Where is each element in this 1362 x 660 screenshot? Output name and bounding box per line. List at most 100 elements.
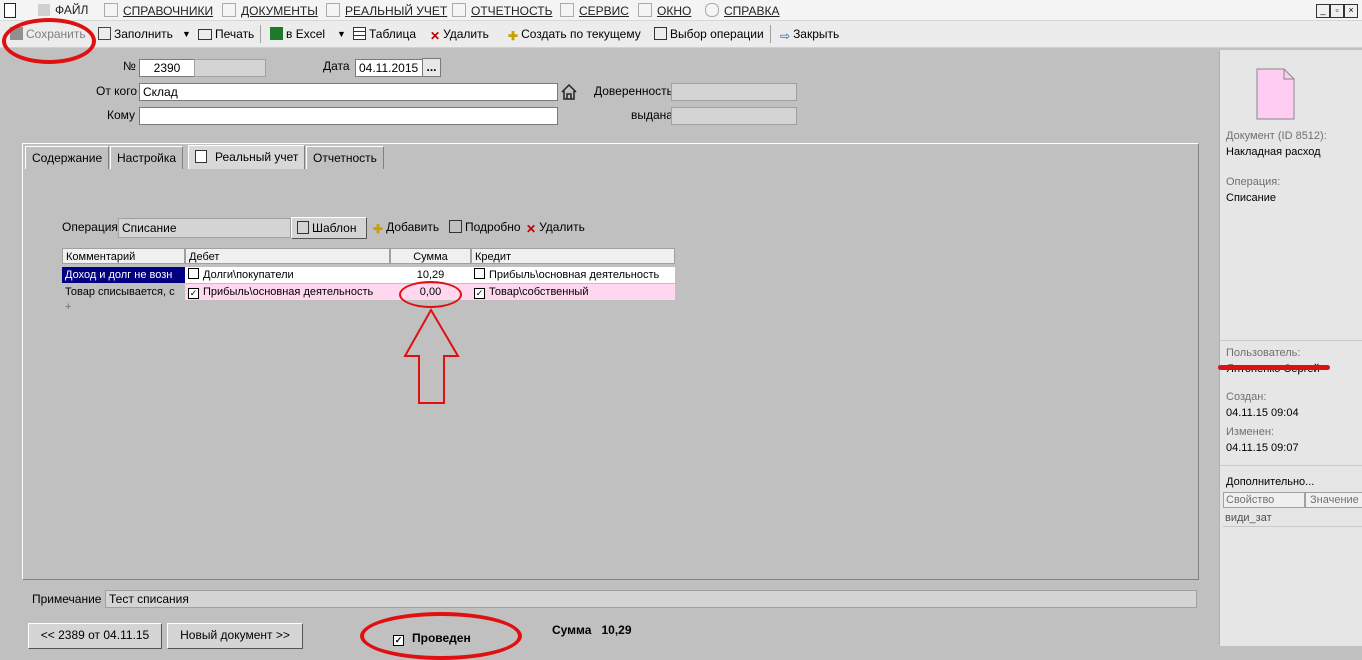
home-icon <box>104 3 118 17</box>
menu-service[interactable]: СЕРВИС <box>560 3 629 18</box>
accounting-icon <box>326 3 340 17</box>
number-extra-field <box>194 59 266 77</box>
plus-icon: ✚ <box>508 29 519 43</box>
tab-content[interactable]: Содержание <box>25 146 110 169</box>
details-button[interactable]: Подробно <box>449 220 521 234</box>
value-column-header[interactable]: Значение <box>1305 492 1362 508</box>
excel-dropdown-arrow-icon[interactable]: ▼ <box>337 29 346 39</box>
choose-operation-button[interactable]: Выбор операции <box>654 27 764 41</box>
print-button[interactable]: Печать <box>198 27 254 41</box>
divider <box>1220 340 1362 341</box>
property-column-header[interactable]: Свойство <box>1223 492 1305 508</box>
toolbar-separator <box>770 25 771 43</box>
document-icon <box>4 3 16 18</box>
number-field[interactable]: 2390 <box>139 59 195 77</box>
tab-reports[interactable]: Отчетность <box>306 146 384 169</box>
operation-info-value: Списание <box>1226 192 1276 204</box>
property-row[interactable]: види_зат <box>1223 510 1307 526</box>
table-row-1-comment[interactable]: Доход и долг не возн <box>62 267 185 283</box>
save-icon <box>10 27 23 40</box>
to-field[interactable] <box>139 107 558 125</box>
menu-documents[interactable]: ДОКУМЕНТЫ <box>222 3 318 18</box>
date-picker-button[interactable]: ... <box>422 58 441 77</box>
operation-info-label: Операция: <box>1226 176 1281 188</box>
reports-icon <box>452 3 466 17</box>
power-of-attorney-label: Доверенность <box>594 84 673 98</box>
table-row-1-debit[interactable]: Долги\покупатели <box>185 267 390 283</box>
template-button[interactable]: Шаблон <box>291 217 367 239</box>
add-row-icon[interactable]: + <box>62 299 82 315</box>
file-menu-icon <box>38 4 50 16</box>
document-id-label: Документ (ID 8512): <box>1226 130 1327 142</box>
table-row-1-credit[interactable]: Прибыль\основная деятельность <box>471 267 675 283</box>
divider <box>1223 526 1362 527</box>
menu-file[interactable]: ФАЙЛ <box>38 3 88 17</box>
number-label: № <box>123 59 136 73</box>
table-button[interactable]: Таблица <box>353 27 416 41</box>
menu-directories[interactable]: СПРАВОЧНИКИ <box>104 3 213 18</box>
close-window-button[interactable]: × <box>1344 4 1358 18</box>
delete-x-icon: ✕ <box>430 29 441 43</box>
row-2-debit-checkbox[interactable]: ✓ <box>188 288 199 299</box>
posted-checkbox[interactable]: ✓ Проведен <box>393 631 471 646</box>
table-row-2-credit[interactable]: ✓ Товар\собственный <box>471 284 675 300</box>
posted-checkbox-box[interactable]: ✓ <box>393 635 404 646</box>
tab-real-accounting[interactable]: Реальный учет <box>188 145 306 169</box>
from-label: От кого <box>96 84 138 98</box>
column-header-comment[interactable]: Комментарий <box>62 248 185 264</box>
template-icon <box>297 221 309 234</box>
fill-dropdown-arrow-icon[interactable]: ▼ <box>182 29 191 39</box>
tab-settings[interactable]: Настройка <box>110 146 184 169</box>
menu-window[interactable]: ОКНО <box>638 3 691 18</box>
toolbar-separator <box>260 25 261 43</box>
document-icon <box>1256 68 1295 120</box>
table-row-1-sum[interactable]: 10,29 <box>390 267 471 283</box>
document-type-value: Накладная расход <box>1226 146 1321 158</box>
tab-panel <box>22 143 1199 580</box>
menu-reports[interactable]: ОТЧЕТНОСТЬ <box>452 3 552 18</box>
operation-field[interactable]: Списание <box>118 218 291 238</box>
row-1-debit-checkbox[interactable] <box>188 268 199 279</box>
next-document-button[interactable]: Новый документ >> <box>167 623 303 649</box>
minimize-button[interactable]: _ <box>1316 4 1330 18</box>
delete-entry-button[interactable]: ✕ Удалить <box>526 220 585 236</box>
delete-button[interactable]: ✕ Удалить <box>430 27 489 43</box>
column-header-credit[interactable]: Кредит <box>471 248 675 264</box>
create-by-current-button[interactable]: ✚ Создать по текущему <box>508 27 641 43</box>
help-icon <box>705 3 719 17</box>
fill-icon <box>98 27 111 40</box>
details-icon <box>449 220 462 233</box>
fill-button[interactable]: Заполнить <box>98 27 173 41</box>
exit-arrow-icon: ⇨ <box>780 29 791 43</box>
date-field[interactable]: 04.11.2015 <box>355 59 424 77</box>
menu-bar: ФАЙЛ СПРАВОЧНИКИ ДОКУМЕНТЫ РЕАЛЬНЫЙ УЧЕТ… <box>0 0 1362 21</box>
column-header-sum[interactable]: Сумма <box>390 248 471 264</box>
table-row-2-sum[interactable]: 0,00 <box>390 284 471 300</box>
documents-icon <box>222 3 236 17</box>
power-of-attorney-field[interactable] <box>671 83 797 101</box>
close-button[interactable]: ⇨ Закрыть <box>780 27 839 43</box>
restore-button[interactable]: ▫ <box>1330 4 1344 18</box>
user-label: Пользователь: <box>1226 347 1301 359</box>
table-row-2-debit[interactable]: ✓ Прибыль\основная деятельность <box>185 284 390 300</box>
changed-value: 04.11.15 09:07 <box>1226 442 1299 454</box>
issued-field[interactable] <box>671 107 797 125</box>
prev-document-button[interactable]: << 2389 от 04.11.15 <box>28 623 162 649</box>
row-1-credit-checkbox[interactable] <box>474 268 485 279</box>
menu-help[interactable]: СПРАВКА <box>705 3 780 18</box>
menu-real-accounting[interactable]: РЕАЛЬНЫЙ УЧЕТ <box>326 3 447 18</box>
excel-button[interactable]: в Excel <box>270 27 325 41</box>
more-link[interactable]: Дополнительно... <box>1226 476 1314 488</box>
save-button[interactable]: Сохранить <box>10 27 86 41</box>
row-2-credit-checkbox[interactable]: ✓ <box>474 288 485 299</box>
column-header-debit[interactable]: Дебет <box>185 248 390 264</box>
add-entry-button[interactable]: ✚ Добавить <box>373 220 439 236</box>
table-row-2-comment[interactable]: Товар списывается, с <box>62 284 185 300</box>
from-field[interactable]: Склад <box>139 83 558 101</box>
table-icon <box>353 27 366 40</box>
note-field[interactable]: Тест списания <box>105 590 1197 608</box>
red-up-arrow-annotation <box>403 308 460 404</box>
home-icon[interactable] <box>560 83 578 101</box>
changed-label: Изменен: <box>1226 426 1274 438</box>
printer-icon <box>198 29 212 40</box>
